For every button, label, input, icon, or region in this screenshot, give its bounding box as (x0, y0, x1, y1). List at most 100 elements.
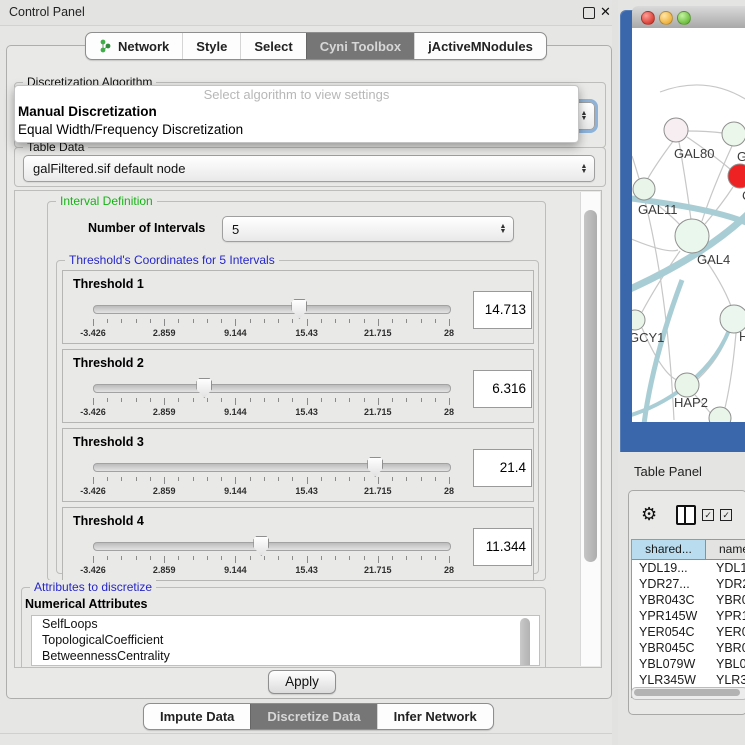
algorithm-placeholder-option[interactable]: Select algorithm to view settings (15, 86, 578, 103)
cell-shared-name[interactable]: YBL079W (632, 656, 713, 672)
tick-mark (307, 319, 308, 326)
table-row[interactable]: YBR043CYBR04 (632, 592, 745, 608)
attribute-list-item[interactable]: TopologicalCoefficient (32, 632, 539, 648)
close-icon[interactable]: ✕ (600, 4, 611, 20)
table-data-combobox[interactable]: galFiltered.sif default node ▲▼ (23, 155, 595, 182)
threshold-slider-track[interactable] (93, 542, 451, 551)
tab-label: Impute Data (160, 709, 234, 724)
tab-jactivemnodules[interactable]: jActiveMNodules (414, 33, 546, 59)
cell-name[interactable]: YDL19 (713, 560, 745, 576)
cell-name[interactable]: YDR27 (713, 576, 745, 592)
cell-name[interactable]: YER05 (713, 624, 745, 640)
threshold-slider-track[interactable] (93, 305, 451, 314)
threshold-slider-track[interactable] (93, 384, 451, 393)
checkbox-icon[interactable]: ✓ (720, 509, 732, 521)
tick-mark (449, 477, 450, 484)
network-node-gal4[interactable] (675, 219, 709, 253)
float-panel-icon[interactable] (583, 7, 595, 19)
network-node[interactable] (728, 164, 745, 188)
node-label: GAL11 (638, 202, 678, 217)
threshold-slider-thumb[interactable] (367, 457, 383, 477)
tab-cyni-toolbox[interactable]: Cyni Toolbox (306, 33, 414, 59)
tab-discretize-data[interactable]: Discretize Data (250, 704, 376, 729)
settings-scrollbar-thumb[interactable] (584, 210, 597, 562)
cell-name[interactable]: YBR04 (713, 592, 745, 608)
table-row[interactable]: YPR145WYPR14 (632, 608, 745, 624)
tick-label: 21.715 (356, 486, 400, 496)
window-close-traffic-light[interactable] (641, 11, 655, 25)
threshold-row: Threshold 4-3.4262.8599.14415.4321.71528… (62, 507, 534, 581)
window-zoom-traffic-light[interactable] (677, 11, 691, 25)
table-row[interactable]: YBR045CYBR04 (632, 640, 745, 656)
tick-mark (406, 477, 407, 481)
threshold-value-field[interactable]: 6.316 (473, 370, 532, 408)
table-row[interactable]: YDR27...YDR27 (632, 576, 745, 592)
tick-label: 9.144 (213, 328, 257, 338)
tick-mark (364, 319, 365, 323)
column-header-name[interactable]: name (706, 540, 745, 559)
tab-style[interactable]: Style (182, 33, 240, 59)
column-layout-icon[interactable] (676, 505, 696, 525)
cell-shared-name[interactable]: YLR345W (632, 672, 713, 688)
threshold-slider-thumb[interactable] (253, 536, 269, 556)
checkbox-icon[interactable]: ✓ (702, 509, 714, 521)
tick-mark (150, 556, 151, 560)
cell-name[interactable]: YBL07 (713, 656, 745, 672)
algorithm-option[interactable]: Manual Discretization (15, 103, 578, 121)
tick-mark (121, 398, 122, 402)
tick-mark (364, 477, 365, 481)
cell-shared-name[interactable]: YBR045C (632, 640, 713, 656)
network-node-gal80[interactable] (664, 118, 688, 142)
cell-name[interactable]: YPR14 (713, 608, 745, 624)
network-canvas[interactable]: GAL80GACGAL11GAL4GCY1HHAP2 (632, 28, 745, 422)
threshold-value-field[interactable]: 11.344 (473, 528, 532, 566)
tick-label: 28 (427, 565, 471, 575)
tab-network[interactable]: Network (86, 33, 182, 59)
table-data-group: Table Data galFiltered.sif default node … (14, 147, 606, 187)
threshold-value-field[interactable]: 14.713 (473, 291, 532, 329)
network-node-gal11[interactable] (633, 178, 655, 200)
gear-icon[interactable]: ⚙ (641, 504, 657, 525)
cell-name[interactable]: YLR34 (713, 672, 745, 688)
threshold-slider-track[interactable] (93, 463, 451, 472)
apply-button[interactable]: Apply (268, 670, 336, 694)
network-window-titlebar[interactable] (632, 6, 745, 29)
tab-impute-data[interactable]: Impute Data (144, 704, 250, 729)
table-row[interactable]: YLR345WYLR34 (632, 672, 745, 688)
attributes-list-scrollbar[interactable] (520, 618, 530, 666)
column-header-shared-name[interactable]: shared... (632, 540, 706, 559)
cell-shared-name[interactable]: YDL19... (632, 560, 713, 576)
network-edge[interactable] (647, 140, 674, 180)
network-node-gcy1[interactable] (632, 310, 645, 330)
cell-shared-name[interactable]: YDR27... (632, 576, 713, 592)
tab-select[interactable]: Select (240, 33, 305, 59)
network-node[interactable] (722, 122, 745, 146)
cell-shared-name[interactable]: YER054C (632, 624, 713, 640)
tick-mark (164, 398, 165, 405)
window-minimize-traffic-light[interactable] (659, 11, 673, 25)
table-row[interactable]: YER054CYER05 (632, 624, 745, 640)
attribute-list-item[interactable]: BetweennessCentrality (32, 648, 539, 664)
table-row[interactable]: YBL079WYBL07 (632, 656, 745, 672)
table-row[interactable]: YDL19...YDL19 (632, 560, 745, 576)
cell-shared-name[interactable]: YBR043C (632, 592, 713, 608)
settings-vertical-scrollbar[interactable] (580, 192, 600, 666)
table-horizontal-scrollbar[interactable] (631, 687, 745, 700)
network-edge[interactable] (660, 85, 745, 102)
attribute-list-item[interactable]: SelfLoops (32, 616, 539, 632)
threshold-slider-thumb[interactable] (291, 299, 307, 319)
threshold-value-field[interactable]: 21.4 (473, 449, 532, 487)
table-hscrollbar-thumb[interactable] (634, 689, 740, 696)
number-of-intervals-combobox[interactable]: 5 ▲▼ (222, 216, 514, 242)
network-edge[interactable] (688, 131, 723, 133)
tick-mark (378, 398, 379, 405)
cell-shared-name[interactable]: YPR145W (632, 608, 713, 624)
network-node[interactable] (709, 407, 731, 422)
tab-infer-network[interactable]: Infer Network (377, 704, 493, 729)
control-panel-titlebar: Control Panel ✕ (0, 0, 618, 26)
cell-name[interactable]: YBR04 (713, 640, 745, 656)
network-edge[interactable] (724, 333, 736, 412)
network-node-hap2[interactable] (675, 373, 699, 397)
threshold-slider-thumb[interactable] (196, 378, 212, 398)
algorithm-option[interactable]: Equal Width/Frequency Discretization (15, 121, 578, 139)
